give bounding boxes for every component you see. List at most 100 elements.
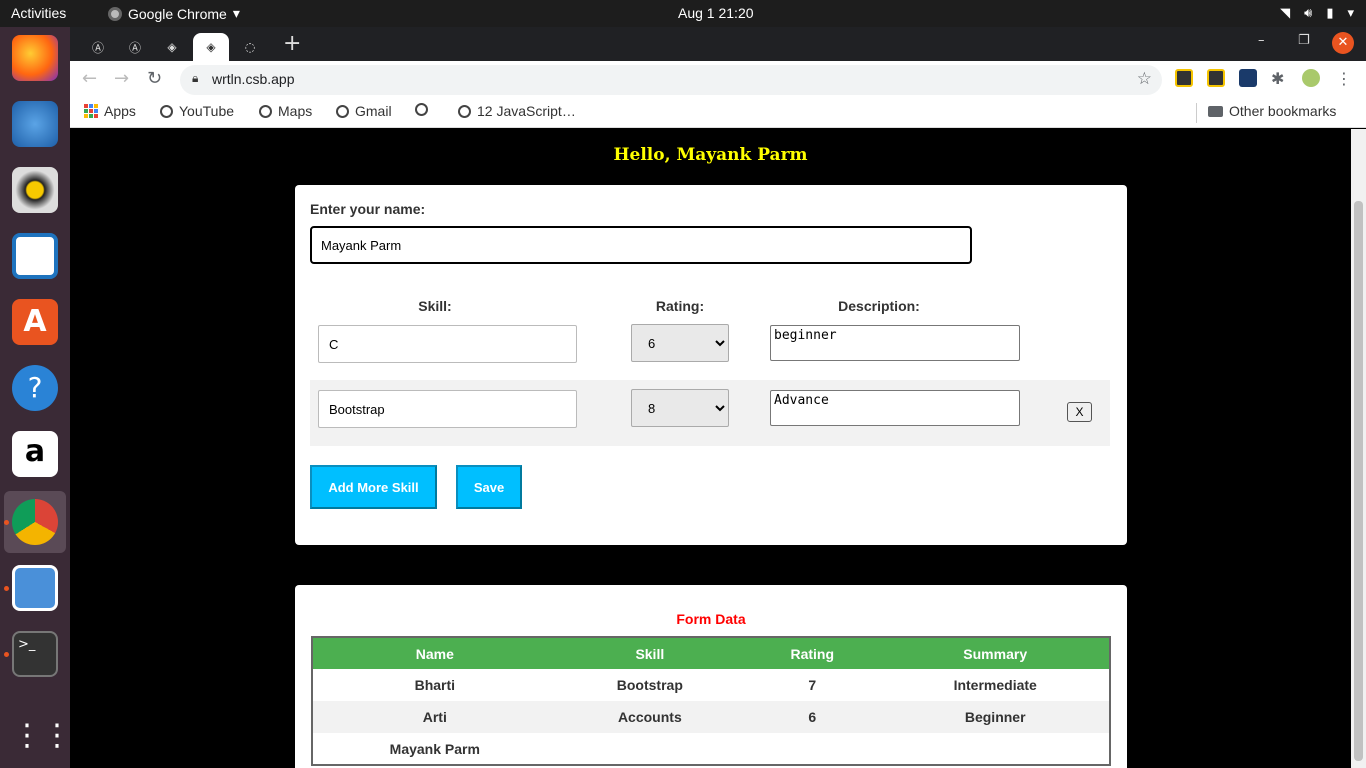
column-header: Name (312, 637, 557, 669)
table-cell: 7 (808, 677, 817, 693)
tab[interactable]: Ⓐ (80, 33, 116, 61)
table-cell: Bootstrap (616, 677, 683, 693)
table-row: Mayank Parm (312, 733, 1110, 765)
bookmark-gmail[interactable]: Gmail (336, 103, 392, 119)
table-row: Bharti Bootstrap 7 Intermediate (312, 669, 1110, 701)
rhythmbox-icon[interactable] (12, 167, 58, 213)
restore-icon[interactable]: ❐ (1298, 33, 1310, 48)
activities-button[interactable]: Activities (11, 5, 66, 21)
files-icon[interactable] (12, 565, 58, 611)
divider (1196, 103, 1197, 123)
rating-select[interactable]: 6 (631, 324, 729, 362)
amazon-icon[interactable]: a (12, 431, 58, 477)
angular-icon: Ⓐ (128, 40, 141, 55)
skill-input[interactable] (318, 325, 577, 363)
puzzle-icon[interactable]: ✱ (1271, 69, 1289, 88)
table-cell: Arti (312, 701, 557, 733)
table-cell: Beginner (881, 701, 1110, 733)
save-button[interactable]: Save (456, 465, 522, 509)
column-header: Rating (743, 637, 882, 669)
table-cell (881, 733, 1110, 765)
app-menu-label: Google Chrome (128, 5, 227, 22)
skill-input[interactable] (318, 390, 577, 428)
column-header: Summary (881, 637, 1110, 669)
clock[interactable]: Aug 1 21:20 (678, 5, 754, 21)
bookmark-youtube[interactable]: YouTube (160, 103, 234, 119)
chrome-icon (108, 6, 122, 21)
volume-icon: 🔊︎ (1304, 5, 1313, 20)
column-header: Skill (556, 637, 744, 669)
tab-strip: Ⓐ Ⓐ ◈ ◈ ◌ + – ❐ ✕ (70, 27, 1366, 61)
folder-icon (1208, 105, 1223, 117)
extension-icon[interactable] (1175, 69, 1193, 87)
bookmark-maps[interactable]: Maps (259, 103, 312, 119)
description-textarea[interactable]: Advance (770, 390, 1020, 426)
browser-toolbar: ← → ↻ 🔒︎ wrtln.csb.app ☆ ✱ ⋮ (70, 61, 1366, 97)
app-menu[interactable]: Google Chrome ▾ (108, 5, 240, 22)
bookmark-star-icon[interactable]: ☆ (1137, 69, 1152, 89)
description-textarea[interactable]: beginner (770, 325, 1020, 361)
writer-icon[interactable] (12, 233, 58, 279)
add-more-skill-button[interactable]: Add More Skill (310, 465, 437, 509)
minimize-icon[interactable]: – (1258, 33, 1265, 48)
table-cell (557, 733, 743, 765)
menu-icon[interactable]: ⋮ (1336, 69, 1354, 88)
back-icon[interactable]: ← (82, 68, 97, 89)
scrollbar-thumb[interactable] (1354, 201, 1363, 761)
tab[interactable]: ◌ (232, 33, 268, 61)
running-indicator (4, 586, 9, 591)
bookmarks-bar: Apps YouTube Maps Gmail 12 JavaScript… O… (70, 97, 1366, 128)
skill-header: Skill: (418, 298, 452, 314)
bookmark-javascript[interactable]: 12 JavaScript… (458, 103, 576, 119)
reload-icon[interactable]: ↻ (147, 68, 162, 89)
bookmark-untitled[interactable] (415, 103, 428, 116)
bookmark-label: YouTube (179, 103, 235, 119)
apps-grid-icon (84, 104, 98, 118)
rating-select[interactable]: 8 (631, 389, 729, 427)
extension-icon[interactable] (1207, 69, 1225, 87)
table-cell: Bharti (414, 677, 456, 693)
battery-icon: ▮ (1326, 5, 1334, 20)
bookmark-apps[interactable]: Apps (84, 103, 136, 119)
extension-icon[interactable] (1239, 69, 1257, 87)
address-bar[interactable]: 🔒︎ wrtln.csb.app ☆ (180, 65, 1162, 95)
globe-icon (336, 104, 349, 118)
tab[interactable]: ◈ (154, 33, 190, 61)
table-cell: Intermediate (953, 677, 1037, 693)
chrome-dock-icon[interactable] (12, 499, 58, 545)
description-header: Description: (838, 298, 920, 314)
show-apps-icon[interactable]: ⋮⋮ (12, 713, 72, 759)
tab-active[interactable]: ◈ (193, 33, 229, 61)
forward-icon[interactable]: → (114, 68, 129, 89)
codesandbox-icon: ◈ (206, 40, 216, 54)
angular-icon: Ⓐ (91, 40, 104, 55)
avatar[interactable] (1302, 69, 1320, 87)
new-tab-button[interactable]: + (283, 31, 301, 56)
tab[interactable]: Ⓐ (117, 33, 153, 61)
lock-icon[interactable]: 🔒︎ (192, 71, 198, 86)
firefox-icon[interactable] (12, 35, 58, 81)
remove-skill-button[interactable]: X (1067, 402, 1092, 422)
help-icon[interactable]: ? (12, 365, 58, 411)
skill-row: 8 Advance X (310, 380, 1110, 446)
system-top-bar: Activities Google Chrome ▾ Aug 1 21:20 ◥… (0, 0, 1366, 27)
terminal-icon[interactable]: >_ (12, 631, 58, 677)
software-center-icon[interactable]: A (12, 299, 58, 345)
rating-header: Rating: (655, 298, 705, 314)
url-text[interactable]: wrtln.csb.app (212, 71, 294, 87)
system-tray[interactable]: ◥ 🔊︎ ▮ ▾ (1280, 5, 1354, 21)
name-input[interactable] (310, 226, 972, 264)
table-cell (743, 733, 881, 765)
bookmark-label: Apps (104, 103, 136, 119)
globe-icon (415, 103, 428, 116)
globe-icon (458, 104, 471, 118)
globe-icon (259, 104, 272, 118)
codesandbox-icon: ◈ (167, 40, 177, 54)
thunderbird-icon[interactable] (12, 101, 58, 147)
table-cell: Accounts (556, 701, 744, 733)
bookmark-other[interactable]: Other bookmarks (1208, 103, 1336, 119)
close-window-button[interactable]: ✕ (1332, 32, 1354, 54)
page-scrollbar[interactable] (1351, 129, 1366, 768)
page-viewport: Hello, Mayank Parm Enter your name: Skil… (70, 129, 1366, 768)
wifi-icon: ◥ (1280, 5, 1291, 20)
